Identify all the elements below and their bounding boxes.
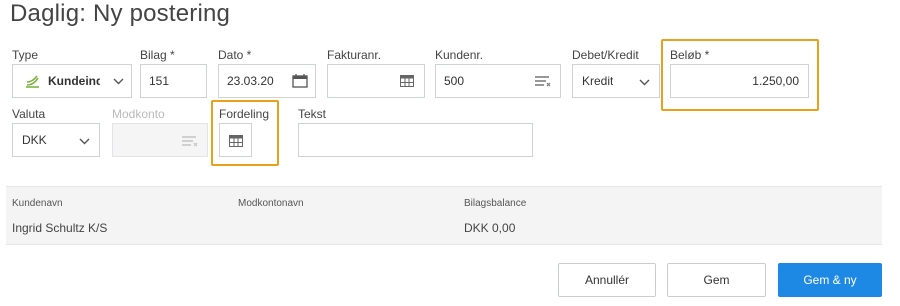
bilagsbalance-value: DKK 0,00 [464,221,516,235]
bilag-label: Bilag * [140,48,175,62]
save-button[interactable]: Gem [667,263,766,297]
cancel-button[interactable]: Annullér [558,263,656,297]
kundenr-input[interactable]: 500 [435,64,561,98]
debet-kredit-label: Debet/Kredit [572,48,639,62]
kundenr-value: 500 [444,74,465,88]
belob-value: 1.250,00 [752,74,799,88]
distribution-grid-icon [227,133,245,149]
modkonto-label: Modkonto [112,107,165,121]
valuta-select[interactable]: DKK [12,123,100,157]
fakturanr-label: Fakturanr. [327,48,382,62]
chevron-down-icon [77,134,91,148]
type-label: Type [12,48,39,62]
summary-panel: Kundenavn Ingrid Schultz K/S Modkontonav… [6,186,882,245]
belob-input[interactable]: 1.250,00 [670,64,809,98]
page-title: Daglig: Ny postering [10,0,231,27]
list-lookup-icon[interactable] [534,73,552,89]
bilagsbalance-label: Bilagsbalance [464,198,527,209]
lookup-grid-icon[interactable] [398,73,416,89]
kundenavn-label: Kundenavn [12,198,63,209]
kundenavn-value: Ingrid Schultz K/S [12,221,108,235]
bilag-value: 151 [149,74,170,88]
fordeling-button[interactable] [219,123,252,157]
modkonto-input [112,123,208,157]
modkontonavn-label: Modkontonavn [238,198,304,209]
dato-value: 23.03.20 [227,74,274,88]
dato-label: Dato * [218,48,252,62]
chevron-down-icon [111,74,125,88]
list-lookup-icon [181,133,199,149]
customer-payment-icon [25,74,41,91]
chevron-down-icon [637,75,651,89]
dato-input[interactable]: 23.03.20 [218,64,316,98]
bilag-input[interactable]: 151 [140,64,207,98]
tekst-input[interactable] [298,123,533,157]
tekst-label: Tekst [298,107,327,121]
fakturanr-input[interactable] [327,64,425,98]
calendar-icon[interactable] [289,71,311,91]
type-value: Kundeind [48,74,100,88]
valuta-label: Valuta [12,107,46,121]
valuta-value: DKK [22,133,47,147]
debet-kredit-value: Kredit [582,74,614,88]
debet-kredit-select[interactable]: Kredit [572,64,660,98]
save-and-new-button[interactable]: Gem & ny [778,263,882,297]
kundenr-label: Kundenr. [435,48,484,62]
type-select[interactable]: Kundeind [12,64,132,98]
